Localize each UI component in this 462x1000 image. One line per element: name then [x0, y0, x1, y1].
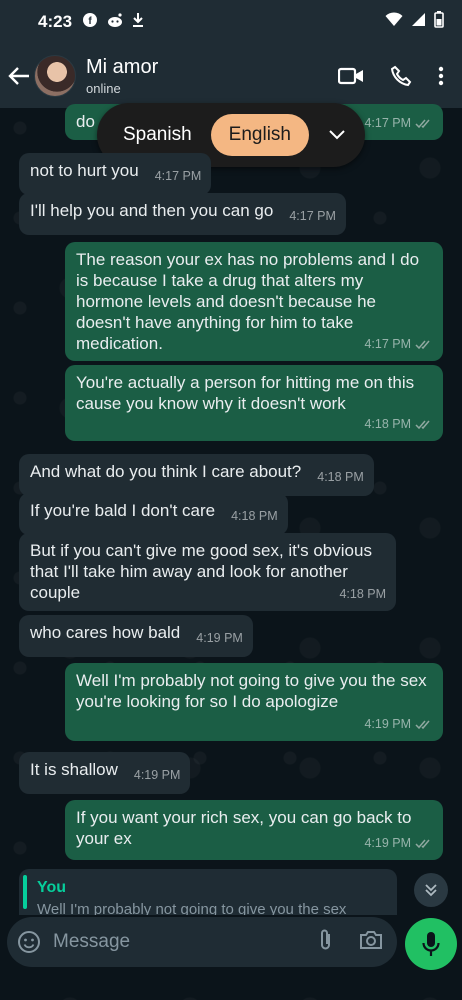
message-text: You're actually a person for hitting me … — [76, 373, 415, 413]
voice-call-icon[interactable] — [390, 65, 412, 87]
read-ticks-icon — [415, 340, 430, 350]
message-text: But if you can't give me good sex, it's … — [30, 541, 372, 602]
double-chevron-down-icon — [425, 884, 437, 897]
reply-quoted-text: Well I'm probably not going to give you … — [37, 901, 347, 915]
emoji-icon[interactable] — [17, 930, 41, 954]
scroll-to-bottom-button[interactable] — [414, 873, 448, 907]
message-meta: 4:19 PM — [364, 714, 433, 735]
reply-preview[interactable]: You Well I'm probably not going to give … — [19, 869, 397, 915]
reddit-icon — [106, 12, 124, 32]
message-text: And what do you think I care about? — [30, 462, 302, 481]
chat-header: Mi amor online — [0, 44, 462, 108]
message-time: 4:19 PM — [196, 631, 243, 645]
message-meta: 4:19 PM — [364, 833, 433, 854]
back-arrow-icon[interactable] — [0, 66, 34, 86]
status-time: 4:23 — [38, 12, 73, 31]
message-meta: 4:17 PM — [364, 334, 433, 355]
message-text: who cares how bald — [30, 623, 181, 642]
message-time: 4:18 PM — [339, 587, 386, 601]
message-time: 4:17 PM — [154, 169, 202, 183]
microphone-icon — [422, 932, 440, 956]
message-time: 4:19 PM — [133, 768, 181, 782]
message-text: Well I'm probably not going to give you … — [76, 671, 427, 711]
message-time: 4:18 PM — [317, 470, 364, 484]
reply-author: You — [37, 879, 67, 896]
message-time: 4:19 PM — [364, 836, 411, 850]
message-bubble-outgoing[interactable]: If you want your rich sex, you can go ba… — [65, 800, 443, 860]
notification-app-icon: f — [82, 12, 98, 32]
message-input[interactable] — [53, 931, 273, 953]
camera-icon[interactable] — [359, 930, 383, 955]
video-call-icon[interactable] — [338, 67, 364, 85]
message-bubble-incoming[interactable]: And what do you think I care about? 4:18 … — [19, 454, 374, 496]
message-bubble-incoming[interactable]: If you're bald I don't care 4:18 PM — [19, 493, 288, 535]
read-ticks-icon — [415, 839, 430, 849]
read-ticks-icon — [415, 720, 430, 730]
message-bubble-incoming[interactable]: It is shallow 4:19 PM — [19, 752, 191, 794]
source-language-option[interactable]: Spanish — [123, 124, 192, 146]
message-text: If you want your rich sex, you can go ba… — [76, 808, 412, 848]
status-bar: 4:23 f — [0, 0, 462, 44]
message-bubble-incoming[interactable]: I'll help you and then you can go 4:17 PM — [19, 193, 346, 235]
battery-icon — [434, 11, 444, 33]
message-bubble-incoming[interactable]: not to hurt you 4:17 PM — [19, 153, 212, 195]
message-time: 4:17 PM — [289, 209, 336, 223]
message-bubble-incoming[interactable]: But if you can't give me good sex, it's … — [19, 533, 396, 611]
message-time: 4:17 PM — [364, 116, 411, 130]
wifi-icon — [385, 12, 403, 32]
target-language-option[interactable]: English — [210, 114, 309, 156]
message-meta: 4:18 PM — [364, 414, 433, 435]
read-ticks-icon — [415, 420, 430, 430]
message-text: If you're bald I don't care — [30, 501, 216, 520]
download-icon — [132, 12, 144, 32]
message-text: I'll help you and then you can go — [30, 201, 274, 220]
contact-avatar[interactable] — [34, 55, 76, 97]
message-bubble-outgoing[interactable]: Well I'm probably not going to give you … — [65, 663, 443, 741]
contact-status: online — [86, 81, 121, 96]
message-bubble-outgoing[interactable]: The reason your ex has no problems and I… — [65, 242, 443, 361]
message-time: 4:19 PM — [364, 717, 411, 731]
chevron-down-icon[interactable] — [329, 130, 345, 140]
message-time: 4:17 PM — [364, 337, 411, 351]
contact-name: Mi amor — [86, 56, 159, 78]
message-time: 4:18 PM — [231, 509, 278, 523]
message-time: 4:18 PM — [364, 417, 411, 431]
signal-icon — [411, 12, 426, 32]
message-text: do — [76, 112, 95, 131]
message-composer — [7, 917, 397, 967]
message-bubble-outgoing[interactable]: You're actually a person for hitting me … — [65, 365, 443, 441]
message-text: not to hurt you — [30, 161, 139, 180]
voice-record-button[interactable] — [405, 918, 457, 970]
attach-icon[interactable] — [319, 928, 333, 957]
message-text: It is shallow — [30, 760, 118, 779]
message-bubble-incoming[interactable]: who cares how bald 4:19 PM — [19, 615, 253, 657]
contact-info[interactable]: Mi amor online — [86, 56, 158, 96]
message-meta: 4:17 PM — [364, 113, 433, 134]
read-ticks-icon — [415, 119, 430, 129]
more-options-icon[interactable] — [438, 66, 444, 86]
